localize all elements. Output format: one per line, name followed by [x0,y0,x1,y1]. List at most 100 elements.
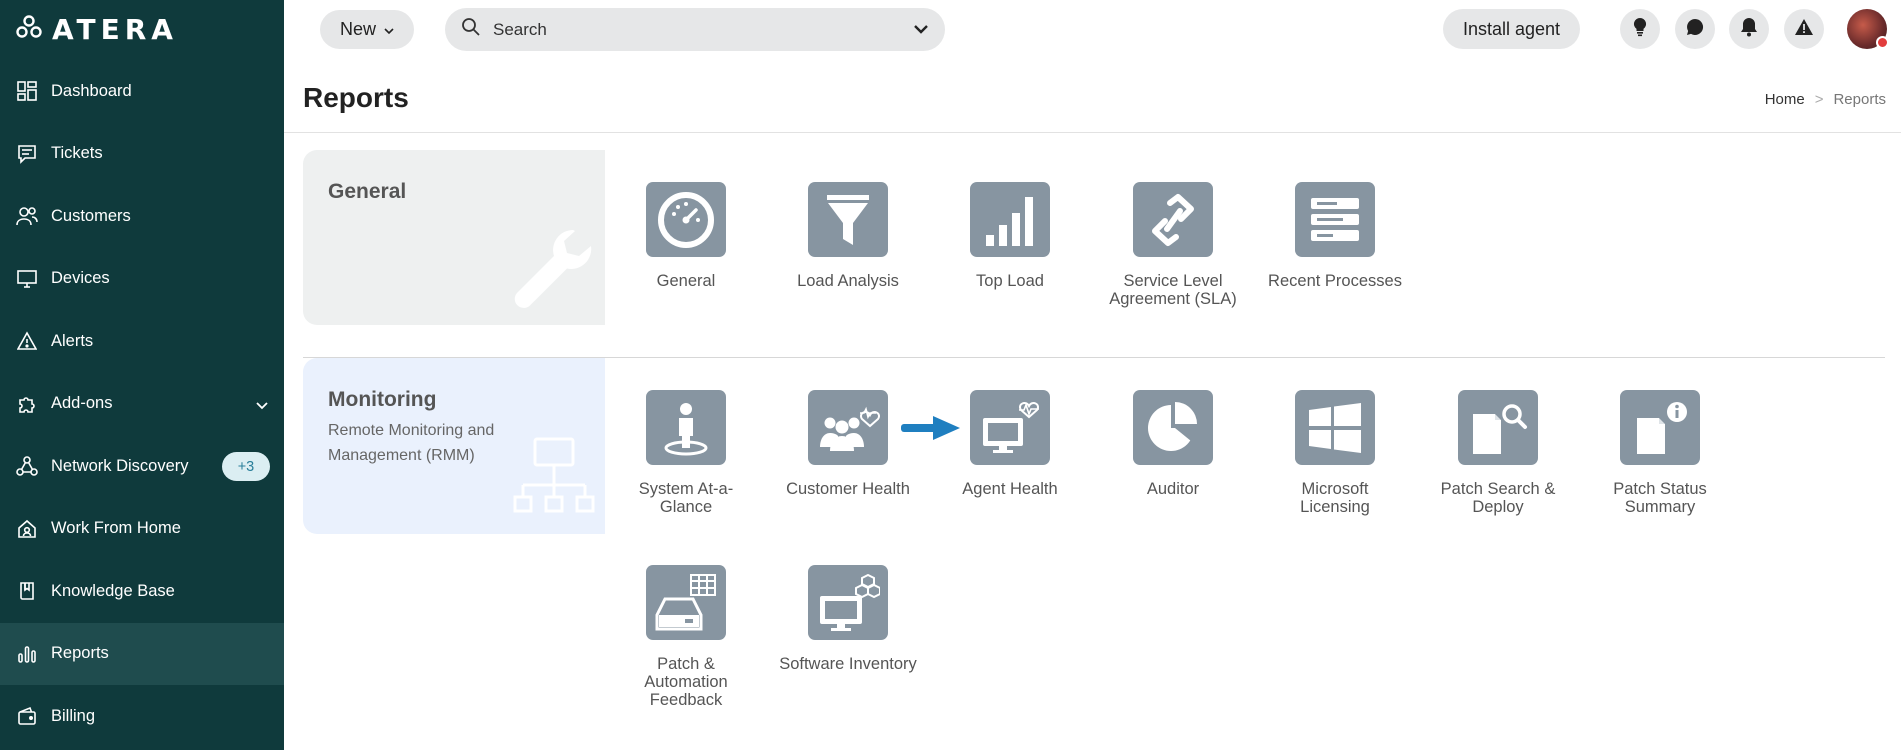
ticket-icon [16,143,38,165]
sidebar-item-label: Reports [51,644,109,663]
section-title: Monitoring [328,388,437,411]
avatar[interactable] [1847,9,1889,49]
link-icon [1133,182,1213,257]
breadcrumb-separator: > [1814,91,1824,108]
sidebar-item-label: Alerts [51,331,94,350]
drive-grid-icon [646,565,726,640]
divider [284,132,1901,133]
tile-label: Microsoft Licensing [1300,480,1370,516]
sidebar-item-label: Knowledge Base [51,581,175,600]
tile-label: Patch & Automation Feedback [644,655,728,709]
tile-label: Recent Processes [1268,272,1402,290]
app-root: ATERA Dashboard Tickets Customers Device… [0,0,1901,750]
page-title: Reports [303,82,409,113]
chat-button[interactable] [1675,9,1715,49]
report-tile-load-analysis[interactable]: Load Analysis [778,182,918,290]
sidebar-item-network-discovery[interactable]: Network Discovery +3 [0,435,284,498]
alerts-button[interactable] [1784,9,1824,49]
network-icon [16,455,38,477]
section-subtitle: Remote Monitoring and Management (RMM) [328,422,495,464]
report-tile-patch-automation-feedback[interactable]: Patch & Automation Feedback [616,565,756,709]
sidebar-item-label: Add-ons [51,394,113,413]
section-title: General [328,180,407,203]
logo-mark-icon [16,14,42,44]
new-button[interactable]: New [320,10,414,49]
wrench-icon [511,226,595,315]
person-pin-icon [646,390,726,465]
bell-icon [1740,17,1758,42]
sidebar-item-customers[interactable]: Customers [0,185,284,248]
report-tile-top-load[interactable]: Top Load [940,182,1080,290]
breadcrumb-current: Reports [1833,91,1886,108]
section-general: General [303,150,605,325]
logo-text: ATERA [52,12,178,46]
section-monitoring: Monitoring Remote Monitoring and Managem… [303,358,605,534]
sidebar-item-label: Network Discovery [51,456,189,475]
sidebar-item-label: Work From Home [51,519,181,538]
file-search-icon [1458,390,1538,465]
group-heart-icon [808,390,888,465]
notifications-button[interactable] [1729,9,1769,49]
sidebar-item-label: Devices [51,269,110,288]
monitor-cubes-icon [808,565,888,640]
sidebar-item-dashboard[interactable]: Dashboard [0,60,284,123]
bar-chart-icon [16,643,38,665]
chevron-down-icon[interactable] [913,22,929,40]
signal-bars-icon [970,182,1050,257]
book-icon [16,580,38,602]
breadcrumb-home[interactable]: Home [1765,91,1805,108]
report-tile-patch-search-deploy[interactable]: Patch Search & Deploy [1428,390,1568,516]
sidebar-item-knowledge-base[interactable]: Knowledge Base [0,560,284,623]
report-tile-agent-health[interactable]: Agent Health [940,390,1080,498]
report-tile-customer-health[interactable]: Customer Health [778,390,918,498]
sidebar-item-work-from-home[interactable]: Work From Home [0,498,284,561]
pie-chart-icon [1133,390,1213,465]
customers-icon [16,205,38,227]
warning-icon [1794,18,1814,41]
report-tile-recent-processes[interactable]: Recent Processes [1265,182,1405,290]
tile-label: Patch Status Summary [1613,480,1707,516]
windows-icon [1295,390,1375,465]
new-button-label: New [339,19,376,39]
dashboard-icon [16,80,38,102]
report-tile-auditor[interactable]: Auditor [1103,390,1243,498]
tips-button[interactable] [1620,9,1660,49]
wallet-icon [16,705,38,727]
server-list-icon [1295,182,1375,257]
report-tile-microsoft-licensing[interactable]: Microsoft Licensing [1265,390,1405,516]
chevron-down-icon[interactable] [256,397,268,415]
brand-logo[interactable]: ATERA [16,12,178,46]
sidebar-item-alerts[interactable]: Alerts [0,310,284,373]
monitor-icon [16,268,38,290]
sidebar-item-billing[interactable]: Billing [0,685,284,748]
pointer-arrow-icon [901,415,961,446]
report-tile-general[interactable]: General [616,182,756,290]
tile-label: Service Level Agreement (SLA) [1109,272,1237,308]
sidebar-item-devices[interactable]: Devices [0,248,284,311]
install-agent-button[interactable]: Install agent [1443,9,1580,49]
puzzle-icon [16,393,38,415]
sidebar-item-tickets[interactable]: Tickets [0,123,284,186]
search-bar[interactable] [445,8,945,51]
sidebar-nav: Dashboard Tickets Customers Devices Aler… [0,60,284,748]
sidebar-item-label: Dashboard [51,81,132,100]
chat-bubble-icon [1685,17,1705,42]
tile-label: System At-a-Glance [638,480,734,516]
report-tile-patch-status-summary[interactable]: Patch Status Summary [1590,390,1730,516]
search-input[interactable] [493,19,893,40]
alert-triangle-icon [16,330,38,352]
home-icon [16,518,38,540]
report-tile-sla[interactable]: Service Level Agreement (SLA) [1103,182,1243,308]
sidebar: ATERA Dashboard Tickets Customers Device… [0,0,284,750]
tile-label: Auditor [1146,480,1200,498]
tile-label: Software Inventory [779,655,917,673]
count-badge: +3 [222,452,270,481]
report-tile-system-at-a-glance[interactable]: System At-a-Glance [616,390,756,516]
chevron-down-icon [384,19,394,40]
sidebar-item-reports[interactable]: Reports [0,622,284,685]
sidebar-item-label: Tickets [51,144,103,163]
sidebar-item-add-ons[interactable]: Add-ons [0,373,284,436]
tile-label: Agent Health [962,480,1058,498]
report-tile-software-inventory[interactable]: Software Inventory [778,565,918,673]
tile-label: Patch Search & Deploy [1440,480,1556,516]
